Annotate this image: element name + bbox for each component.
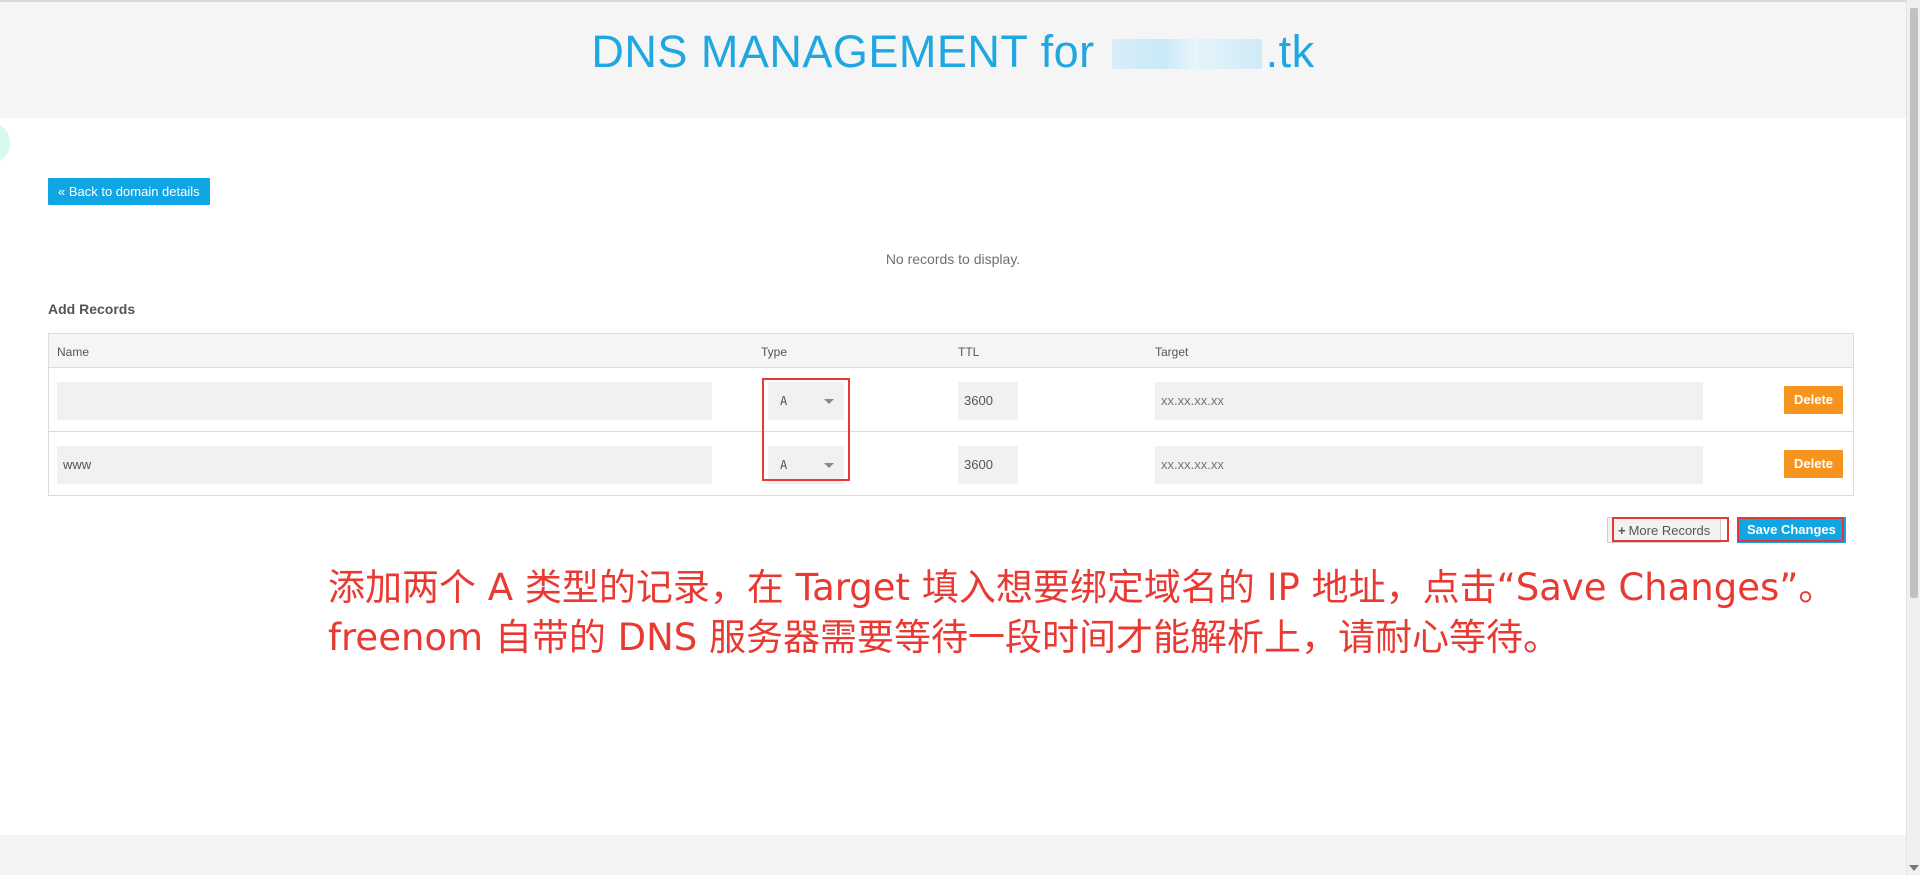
scrollbar-thumb[interactable]: [1910, 8, 1918, 598]
annotation-line-2: freenom 自带的 DNS 服务器需要等待一段时间才能解析上，请耐心等待。: [328, 616, 1561, 659]
column-header-type: Type: [761, 345, 788, 359]
back-to-domain-details-button[interactable]: « Back to domain details: [48, 178, 210, 205]
scroll-down-arrow-icon[interactable]: [1909, 865, 1919, 871]
table-header: Name Type TTL Target: [49, 334, 1853, 368]
page-title-prefix: DNS MANAGEMENT for: [591, 26, 1108, 77]
record-target-input[interactable]: [1155, 446, 1703, 484]
type-highlight-box: [762, 378, 850, 481]
no-records-message: No records to display.: [885, 251, 1021, 267]
save-changes-highlight-box: [1737, 517, 1844, 542]
column-header-target: Target: [1155, 345, 1189, 359]
table-row: A Delete: [49, 432, 1853, 496]
page-header: DNS MANAGEMENT for .tk: [0, 0, 1906, 118]
annotation-line-1: 添加两个 A 类型的记录，在 Target 填入想要绑定域名的 IP 地址，点击…: [328, 566, 1836, 609]
delete-record-button[interactable]: Delete: [1784, 450, 1844, 478]
redacted-domain: [1111, 39, 1262, 69]
table-row: A Delete: [49, 368, 1853, 432]
side-decoration: [0, 124, 10, 162]
delete-record-button[interactable]: Delete: [1784, 386, 1844, 414]
column-header-name: Name: [57, 345, 90, 359]
page-title: DNS MANAGEMENT for .tk: [0, 26, 1906, 78]
more-records-highlight-box: [1612, 517, 1729, 542]
page-title-suffix: .tk: [1265, 26, 1315, 77]
vertical-scrollbar[interactable]: [1906, 0, 1920, 875]
column-header-ttl: TTL: [958, 345, 980, 359]
record-name-input[interactable]: [57, 446, 712, 484]
instruction-annotation: 添加两个 A 类型的记录，在 Target 填入想要绑定域名的 IP 地址，点击…: [328, 563, 1835, 663]
record-name-input[interactable]: [57, 382, 712, 420]
add-records-heading: Add Records: [48, 301, 136, 317]
page: DNS MANAGEMENT for .tk « Back to domain …: [0, 0, 1920, 875]
add-records-table: Name Type TTL Target A Delete A Delete: [48, 333, 1854, 496]
page-footer: [0, 835, 1906, 875]
record-target-input[interactable]: [1155, 382, 1703, 420]
record-ttl-input[interactable]: [958, 446, 1018, 484]
record-ttl-input[interactable]: [958, 382, 1018, 420]
